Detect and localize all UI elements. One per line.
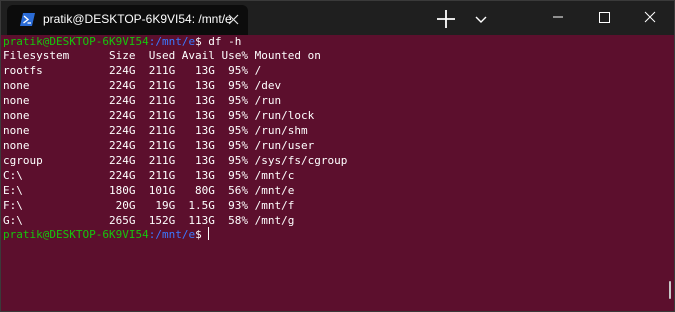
prompt-symbol: $ [195,35,202,48]
prompt-path: :/mnt/e [148,35,196,48]
prompt-user-host: pratik@DESKTOP-6K9VI54 [3,228,149,241]
maximize-icon[interactable] [581,1,627,33]
output-line: C:\ 224G 211G 13G 95% /mnt/c [3,169,295,182]
prompt-line[interactable]: pratik@DESKTOP-6K9VI54:/mnt/e$ [3,227,209,241]
prompt-user-host: pratik@DESKTOP-6K9VI54 [3,35,149,48]
command-text: df -h [201,35,242,48]
output-line: none 224G 211G 13G 95% /dev [3,79,282,92]
chevron-down-icon[interactable] [469,7,493,31]
tab-close-icon[interactable] [227,13,240,26]
output-header: Filesystem Size Used Avail Use% Mounted … [3,49,321,62]
powershell-icon [20,13,35,26]
terminal-window: pratik@DESKTOP-6K9VI54: /mnt/e pratik@DE… [0,0,675,312]
output-line: cgroup 224G 211G 13G 95% /sys/fs/cgroup [3,154,348,167]
output-line: G:\ 265G 152G 113G 58% /mnt/g [3,214,295,227]
prompt-path: :/mnt/e [148,228,196,241]
plus-icon[interactable] [431,7,461,31]
command-line: pratik@DESKTOP-6K9VI54:/mnt/e$ df -h [3,35,241,49]
terminal-area[interactable]: pratik@DESKTOP-6K9VI54:/mnt/e$ df -h Fil… [1,35,674,311]
output-line: none 224G 211G 13G 95% /run/user [3,139,315,152]
output-line: F:\ 20G 19G 1.5G 93% /mnt/f [3,199,295,212]
output-line: none 224G 211G 13G 95% /run/shm [3,124,308,137]
text-cursor [207,227,209,240]
scrollbar-thumb[interactable] [669,281,671,299]
close-icon[interactable] [627,1,673,33]
output-line: none 224G 211G 13G 95% /run/lock [3,109,315,122]
tab-terminal[interactable]: pratik@DESKTOP-6K9VI54: /mnt/e [7,5,248,35]
output-line: E:\ 180G 101G 80G 56% /mnt/e [3,184,295,197]
tab-title: pratik@DESKTOP-6K9VI54: /mnt/e [43,12,232,26]
prompt-symbol: $ [195,228,202,241]
title-bar[interactable]: pratik@DESKTOP-6K9VI54: /mnt/e [1,1,674,35]
output-line: none 224G 211G 13G 95% /run [3,94,282,107]
minimize-icon[interactable] [535,1,581,33]
output-line: rootfs 224G 211G 13G 95% / [3,64,262,77]
